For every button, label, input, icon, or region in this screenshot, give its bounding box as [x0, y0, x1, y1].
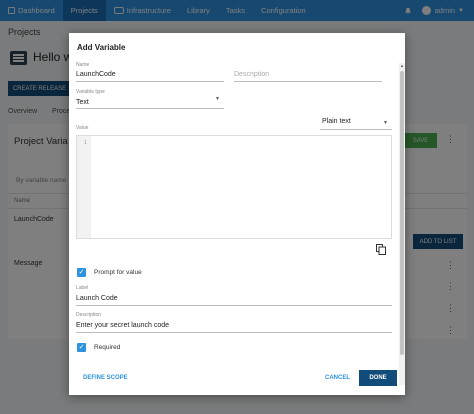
prompt-description-label: Description — [76, 312, 102, 318]
check-icon: ✓ — [78, 344, 85, 351]
value-editor[interactable]: 1 — [76, 135, 392, 239]
variable-type-select[interactable]: Text — [76, 99, 89, 106]
prompt-description-underline — [76, 332, 392, 333]
done-button[interactable]: DONE — [359, 370, 397, 386]
variable-type-underline — [76, 108, 224, 109]
required-checkbox[interactable]: ✓ — [77, 343, 86, 352]
line-number: 1 — [84, 140, 87, 146]
value-label: Value — [76, 125, 89, 131]
define-scope-button[interactable]: DEFINE SCOPE — [83, 375, 128, 381]
label-field[interactable]: Launch Code — [76, 295, 118, 302]
scroll-up-icon[interactable]: ▲ — [400, 63, 404, 68]
check-icon: ✓ — [78, 269, 85, 276]
syntax-underline — [320, 129, 392, 130]
prompt-label[interactable]: Prompt for value — [94, 269, 142, 276]
cancel-button[interactable]: CANCEL — [325, 375, 350, 381]
editor-gutter — [77, 136, 91, 238]
name-label: Name — [76, 62, 90, 68]
description-underline — [234, 81, 382, 82]
syntax-select[interactable]: Plain text — [322, 118, 351, 125]
scrollbar-thumb[interactable] — [400, 71, 404, 355]
dialog-title: Add Variable — [77, 43, 126, 52]
chevron-down-icon[interactable]: ▼ — [383, 120, 388, 126]
name-field[interactable]: LaunchCode — [76, 71, 116, 78]
label-underline — [76, 305, 392, 306]
copy-icon[interactable] — [376, 244, 386, 255]
variable-type-label: Variable type — [76, 89, 105, 95]
chevron-down-icon[interactable]: ▼ — [215, 96, 220, 102]
label-label: Label — [76, 285, 89, 291]
prompt-checkbox[interactable]: ✓ — [77, 268, 86, 277]
add-variable-dialog: Add Variable ▲ Name LaunchCode Descripti… — [69, 33, 405, 395]
name-underline — [76, 81, 224, 82]
prompt-description-field[interactable]: Enter your secret launch code — [76, 322, 169, 329]
required-label[interactable]: Required — [94, 344, 120, 351]
description-field[interactable]: Description — [234, 71, 269, 78]
